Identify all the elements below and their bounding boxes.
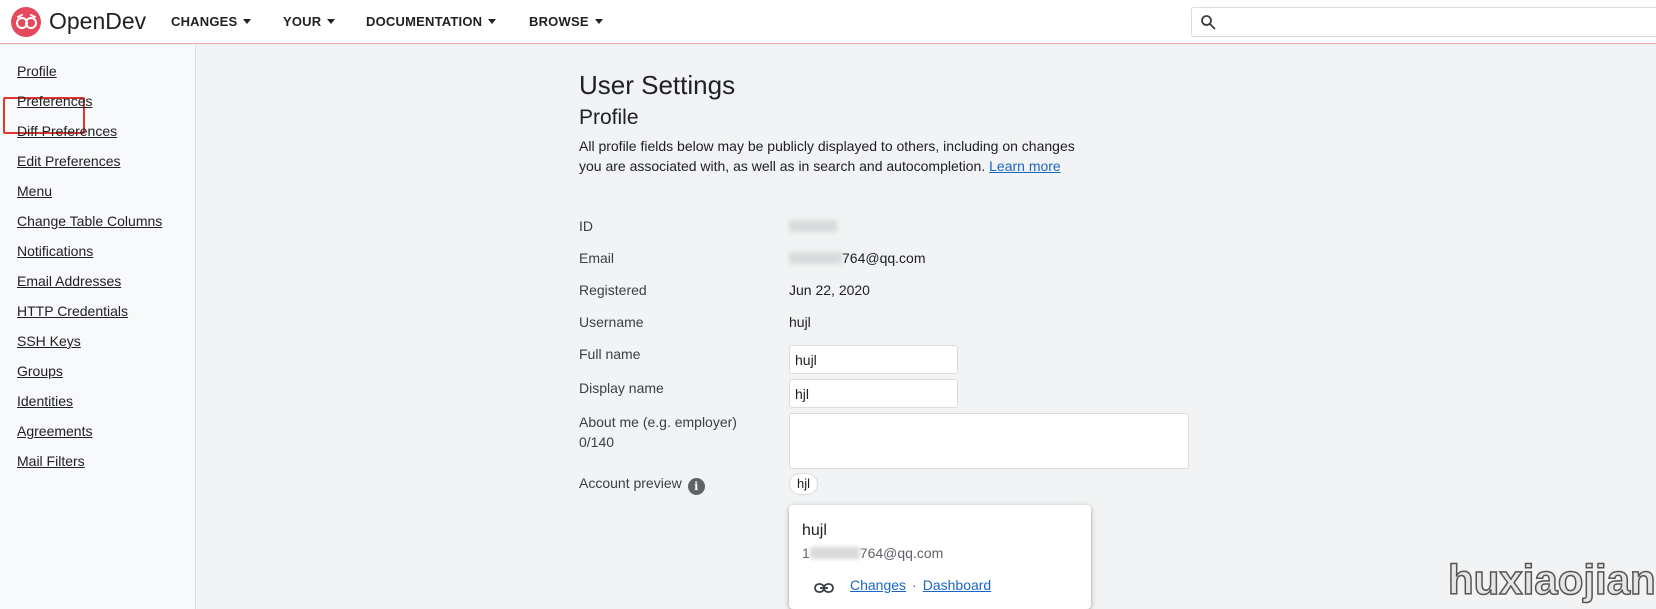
account-preview-label: Account preview i — [579, 475, 705, 495]
info-icon[interactable]: i — [687, 478, 705, 495]
full-name-input[interactable] — [789, 345, 958, 374]
sidebar-item-change-table-columns[interactable]: Change Table Columns — [17, 213, 162, 229]
search-box[interactable] — [1191, 7, 1656, 37]
search-icon — [1201, 15, 1216, 30]
id-value-redacted — [789, 218, 837, 234]
sidebar-item-identities[interactable]: Identities — [17, 393, 73, 409]
top-header: OpenDev CHANGES YOUR DOCUMENTATION BROWS… — [0, 0, 1656, 44]
about-me-textarea[interactable] — [789, 413, 1189, 469]
sidebar-item-menu[interactable]: Menu — [17, 183, 52, 199]
about-me-char-count: 0/140 — [579, 434, 615, 450]
nav-browse-label: BROWSE — [529, 14, 589, 29]
display-name-label: Display name — [579, 380, 664, 396]
sidebar-item-http-credentials[interactable]: HTTP Credentials — [17, 303, 128, 319]
sidebar-item-ssh-keys[interactable]: SSH Keys — [17, 333, 81, 349]
nav-your[interactable]: YOUR — [283, 14, 336, 29]
link-icon — [814, 583, 834, 593]
brand-name[interactable]: OpenDev — [49, 8, 146, 35]
chevron-down-icon — [327, 19, 336, 24]
changes-link[interactable]: Changes — [850, 577, 906, 593]
learn-more-link[interactable]: Learn more — [989, 158, 1061, 174]
email-value-text: 764@qq.com — [842, 250, 926, 266]
search-input[interactable] — [1222, 12, 1642, 32]
chevron-down-icon — [243, 19, 252, 24]
card-email-suffix: 764@qq.com — [859, 545, 944, 561]
card-email-prefix: 1 — [802, 545, 810, 561]
account-hover-card: hujl 1 764@qq.com Changes · Dashboard — [789, 505, 1091, 609]
watermark: huxiaojian — [1447, 555, 1656, 604]
nav-your-label: YOUR — [283, 14, 322, 29]
username-label: Username — [579, 314, 644, 330]
full-name-label: Full name — [579, 346, 641, 362]
card-email: 1 764@qq.com — [802, 545, 943, 561]
username-value: hujl — [789, 314, 811, 330]
dashboard-link[interactable]: Dashboard — [923, 577, 992, 593]
nav-documentation[interactable]: DOCUMENTATION — [366, 14, 497, 29]
link-separator: · — [912, 577, 917, 593]
nav-documentation-label: DOCUMENTATION — [366, 14, 483, 29]
email-label: Email — [579, 250, 615, 266]
about-me-label: About me (e.g. employer) — [579, 414, 737, 430]
sidebar-item-profile[interactable]: Profile — [17, 63, 57, 79]
account-preview-label-text: Account preview — [579, 475, 682, 491]
page-title: User Settings — [579, 70, 736, 100]
sidebar-item-edit-preferences[interactable]: Edit Preferences — [17, 153, 121, 169]
registered-value: Jun 22, 2020 — [789, 282, 870, 298]
email-value: 764@qq.com — [789, 250, 925, 266]
display-name-input[interactable] — [789, 379, 958, 408]
chevron-down-icon — [594, 19, 603, 24]
id-label: ID — [579, 218, 593, 234]
chevron-down-icon — [488, 19, 497, 24]
sidebar-item-email-addresses[interactable]: Email Addresses — [17, 273, 121, 289]
sidebar-item-agreements[interactable]: Agreements — [17, 423, 92, 439]
sidebar-item-preferences[interactable]: Preferences — [17, 93, 92, 109]
sidebar-item-groups[interactable]: Groups — [17, 363, 63, 379]
account-chip[interactable]: hjl — [789, 473, 819, 495]
profile-description: All profile fields below may be publicly… — [579, 136, 1099, 176]
nav-browse[interactable]: BROWSE — [529, 14, 603, 29]
sidebar-item-notifications[interactable]: Notifications — [17, 243, 93, 259]
settings-sidebar: Profile Preferences Diff Preferences Edi… — [0, 45, 196, 609]
opendev-logo-icon[interactable] — [11, 7, 41, 37]
sidebar-item-diff-preferences[interactable]: Diff Preferences — [17, 123, 117, 139]
nav-changes-label: CHANGES — [171, 14, 238, 29]
nav-changes[interactable]: CHANGES — [171, 14, 252, 29]
card-name: hujl — [802, 522, 827, 539]
section-title: Profile — [579, 106, 639, 129]
card-links: Changes · Dashboard — [814, 577, 991, 594]
registered-label: Registered — [579, 282, 647, 298]
sidebar-item-mail-filters[interactable]: Mail Filters — [17, 453, 85, 469]
